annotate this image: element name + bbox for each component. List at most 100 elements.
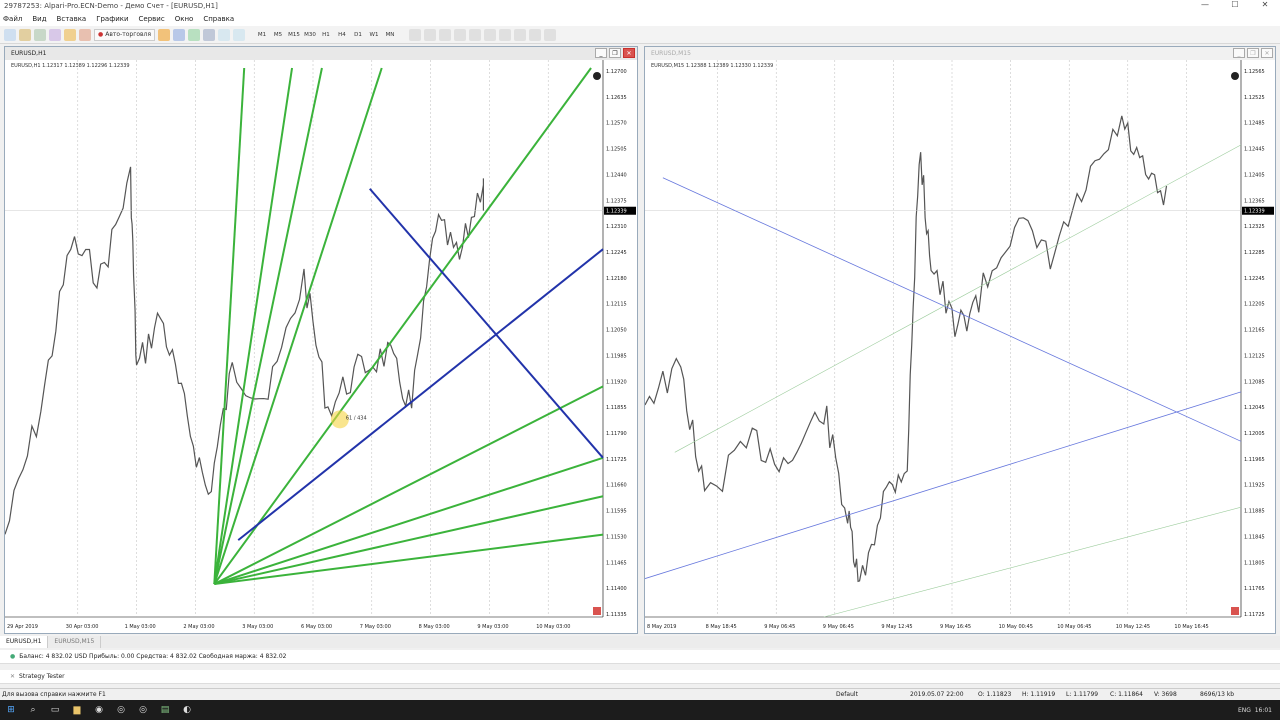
- navigator-icon[interactable]: [49, 28, 61, 41]
- price-tick-label: 1.12700: [606, 69, 627, 75]
- channel-icon[interactable]: [484, 28, 496, 41]
- close-icon[interactable]: ✕: [1250, 0, 1280, 9]
- tester-icon[interactable]: [79, 28, 91, 41]
- terminal-app-icon[interactable]: ▤: [154, 703, 176, 717]
- zoom-in-icon[interactable]: [218, 28, 230, 41]
- menu-item-3[interactable]: Графики: [96, 15, 128, 23]
- gann-line: [674, 144, 1242, 453]
- gann-fan-icon[interactable]: [529, 28, 541, 41]
- gann-fan-line: [213, 385, 604, 585]
- search-icon[interactable]: ⌕: [22, 703, 44, 717]
- autotrade-label: Авто-торговля: [105, 31, 151, 38]
- menu-item-4[interactable]: Сервис: [139, 15, 165, 23]
- status-bar: Для вызова справки нажмите F1 Default 20…: [0, 688, 1280, 700]
- price-tick-label: 1.11725: [606, 457, 627, 463]
- timeframe-m30[interactable]: M30: [302, 32, 318, 38]
- status-close: C: 1.11864: [1110, 691, 1143, 698]
- chart-window-titlebar[interactable]: EURUSD,M15 _ ❐ ✕: [645, 47, 1275, 60]
- status-low: L: 1.11799: [1066, 691, 1099, 698]
- app-icon[interactable]: ◎: [132, 703, 154, 717]
- timeframe-m5[interactable]: M5: [270, 32, 286, 38]
- time-tick-label: 10 May 03:00: [536, 624, 570, 630]
- close-icon[interactable]: ✕: [1261, 48, 1273, 58]
- terminal-icon[interactable]: [64, 28, 76, 41]
- text-icon[interactable]: [514, 28, 526, 41]
- system-tray: ENG 16:01: [1238, 707, 1272, 714]
- explorer-icon[interactable]: ▆: [66, 703, 88, 717]
- menu-item-1[interactable]: Вид: [32, 15, 46, 23]
- chart-candles-icon[interactable]: [188, 28, 200, 41]
- chart-window-h1[interactable]: EURUSD,H1 _ ❐ ✕ EURUSD,H1 1.12317 1.1238…: [4, 46, 638, 634]
- gann-fan-line: [213, 456, 604, 586]
- market-watch-icon[interactable]: [34, 28, 46, 41]
- menu-item-5[interactable]: Окно: [175, 15, 194, 23]
- price-chart-m15[interactable]: 1.12565 1.12525 1.12485 1.12445 1.12405 1.123…: [645, 60, 1275, 633]
- price-tick-label: 1.12505: [606, 147, 627, 153]
- minimize-icon[interactable]: _: [595, 48, 607, 58]
- price-tick-label: 1.12045: [1244, 405, 1265, 411]
- timeframe-h4[interactable]: H4: [334, 32, 350, 38]
- fibonacci-icon[interactable]: [499, 28, 511, 41]
- tab-eurusd-h1[interactable]: EURUSD,H1: [0, 636, 49, 648]
- status-high: H: 1.11919: [1022, 691, 1056, 698]
- price-chart-h1[interactable]: 1.12700 1.12635 1.12570 1.12505 1.12440 1.123…: [5, 60, 637, 633]
- main-toolbar: ● Авто-торговля M1 M5 M15 M30 H1 H4 D1 W1 MN: [0, 26, 1280, 44]
- profiles-icon[interactable]: [19, 28, 31, 41]
- app-icon[interactable]: ◐: [176, 703, 198, 717]
- horizontal-line-icon[interactable]: [454, 28, 466, 41]
- chart-window-controls: _ ❐ ✕: [1233, 48, 1273, 58]
- zoom-out-icon[interactable]: [233, 28, 245, 41]
- menu-item-6[interactable]: Справка: [203, 15, 234, 23]
- chart-window-titlebar[interactable]: EURUSD,H1 _ ❐ ✕: [5, 47, 637, 60]
- timeframe-h1[interactable]: H1: [318, 32, 334, 38]
- task-view-icon[interactable]: ▭: [44, 703, 66, 717]
- vertical-line-icon[interactable]: [439, 28, 451, 41]
- minimize-icon[interactable]: _: [1233, 48, 1245, 58]
- crosshair-icon[interactable]: [424, 28, 436, 41]
- new-chart-icon[interactable]: [4, 28, 16, 41]
- timeframe-m15[interactable]: M15: [286, 32, 302, 38]
- chart-window-m15[interactable]: EURUSD,M15 _ ❐ ✕ EURUSD,M15 1.12388 1.12…: [644, 46, 1276, 634]
- autotrade-button[interactable]: ● Авто-торговля: [94, 28, 155, 41]
- price-tick-label: 1.12005: [1244, 431, 1265, 437]
- time-tick-label: 7 May 03:00: [360, 624, 391, 630]
- strategy-tester-row[interactable]: ✕ Strategy Tester: [0, 670, 1280, 684]
- minimize-icon[interactable]: —: [1190, 0, 1220, 9]
- app-icon[interactable]: ◎: [110, 703, 132, 717]
- close-icon[interactable]: ✕: [623, 48, 635, 58]
- timeframe-mn[interactable]: MN: [382, 32, 398, 38]
- status-open: O: 1.11823: [978, 691, 1012, 698]
- price-tick-label: 1.11845: [1244, 534, 1265, 540]
- status-profile: Default: [836, 691, 858, 698]
- timeframe-w1[interactable]: W1: [366, 32, 382, 38]
- browser-icon[interactable]: ◉: [88, 703, 110, 717]
- timeframe-m1[interactable]: M1: [254, 32, 270, 38]
- chart-window-controls: _ ❐ ✕: [595, 48, 635, 58]
- gann-fan-line: [213, 67, 592, 585]
- status-datetime: 2019.05.07 22:00: [910, 691, 964, 698]
- price-tick-label: 1.11660: [606, 483, 627, 489]
- time-tick-label: 9 May 16:45: [940, 624, 971, 630]
- trendline-icon[interactable]: [469, 28, 481, 41]
- maximize-icon[interactable]: ☐: [1220, 0, 1250, 9]
- language-indicator[interactable]: ENG: [1238, 707, 1251, 714]
- time-tick-label: 8 May 2019: [647, 624, 676, 630]
- price-tick-label: 1.12285: [1244, 250, 1265, 256]
- cursor-icon[interactable]: [409, 28, 421, 41]
- tab-eurusd-m15[interactable]: EURUSD,M15: [48, 636, 102, 648]
- new-order-icon[interactable]: [158, 28, 170, 41]
- time-tick-label: 29 Apr 2019: [7, 624, 38, 630]
- chart-bars-icon[interactable]: [173, 28, 185, 41]
- time-tick-label: 9 May 03:00: [477, 624, 508, 630]
- time-tick-label: 9 May 12:45: [881, 624, 912, 630]
- current-price-label: 1.12339: [1244, 209, 1265, 215]
- restore-icon[interactable]: ❐: [609, 48, 621, 58]
- shapes-icon[interactable]: [544, 28, 556, 41]
- start-icon[interactable]: ⊞: [0, 703, 22, 717]
- menu-item-2[interactable]: Вставка: [57, 15, 87, 23]
- restore-icon[interactable]: ❐: [1247, 48, 1259, 58]
- menu-item-0[interactable]: Файл: [3, 15, 22, 23]
- timeframe-d1[interactable]: D1: [350, 32, 366, 38]
- clock[interactable]: 16:01: [1255, 707, 1272, 714]
- chart-line-icon[interactable]: [203, 28, 215, 41]
